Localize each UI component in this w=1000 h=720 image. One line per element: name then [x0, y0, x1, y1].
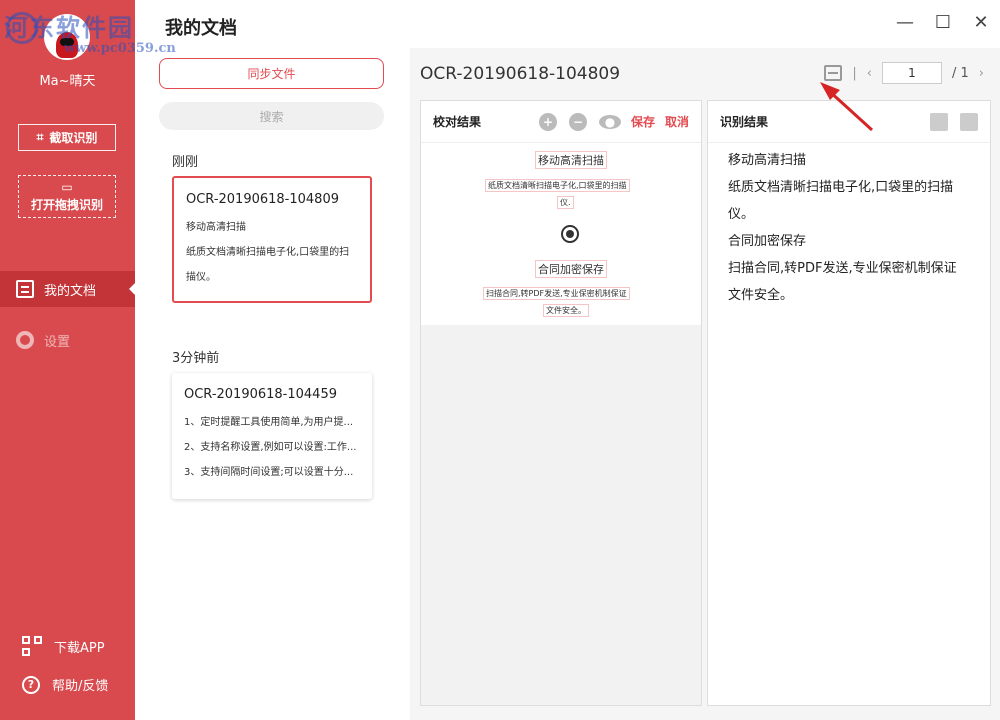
viewer-area: OCR-20190618-104809 | ‹ 1 / 1 › 校对结果 + −… [410, 48, 1000, 720]
result-line: 移动高清扫描 [728, 153, 807, 168]
open-drag-recognize-button[interactable]: ▭ 打开拖拽识别 [18, 175, 116, 218]
qr-code-icon [22, 636, 42, 656]
result-panel: 识别结果 移动高清扫描 纸质文档清晰扫描电子化,口袋里的扫描 仪。 合同加密保存… [707, 100, 991, 706]
nav-settings-label: 设置 [44, 334, 71, 350]
search-input[interactable]: 搜索 [159, 102, 384, 130]
doc-card-active[interactable]: OCR-20190618-104809 移动高清扫描 纸质文档清晰扫描电子化,口… [172, 176, 372, 303]
proof-snippet[interactable]: 扫描合同,转PDF发送,专业保密机制保证 [483, 287, 630, 300]
proofread-panel-title: 校对结果 [433, 115, 482, 129]
doc-card-line: 移动高清扫描 [186, 222, 246, 233]
cancel-button[interactable]: 取消 [665, 113, 689, 130]
sidebar: 河东软件园 www.pc0359.cn Ma~晴天 ⌗ 截取识别 ▭ 打开拖拽识… [0, 0, 176, 720]
result-line: 仪。 [728, 207, 755, 222]
proof-snippet[interactable]: 移动高清扫描 [535, 151, 607, 169]
avatar[interactable] [44, 14, 90, 60]
watermark-logo-icon [6, 12, 38, 44]
chevron-left-icon[interactable]: ‹ [867, 66, 872, 81]
help-feedback-link[interactable]: ? 帮助/反馈 [22, 675, 108, 694]
crop-recognize-label: 截取识别 [49, 131, 98, 145]
nav-settings[interactable]: 设置 [0, 322, 135, 358]
layout-toggle-icon[interactable] [824, 65, 843, 81]
zoom-in-icon[interactable]: + [538, 112, 557, 131]
save-button[interactable]: 保存 [631, 113, 655, 130]
result-line: 文件安全。 [728, 288, 794, 303]
crop-recognize-button[interactable]: ⌗ 截取识别 [18, 124, 116, 151]
proof-snippet[interactable]: 仪. [557, 196, 574, 209]
sync-files-button[interactable]: 同步文件 [159, 58, 384, 89]
username: Ma~晴天 [39, 74, 96, 89]
result-line: 扫描合同,转PDF发送,专业保密机制保证 [728, 261, 957, 276]
doc-card-line: 1、定时提醒工具使用简单,为用户提... [184, 417, 354, 428]
export-icon[interactable] [930, 112, 948, 131]
group-label-just-now: 刚刚 [172, 155, 199, 170]
doc-card-title: OCR-20190618-104809 [186, 192, 339, 207]
download-app-label: 下载APP [54, 640, 105, 656]
result-line: 纸质文档清晰扫描电子化,口袋里的扫描 [728, 180, 954, 195]
proofread-panel: 校对结果 + − ● 保存 取消 移动高清扫描 纸质文档清晰扫描电子化,口袋里的… [420, 100, 702, 706]
divider: | [852, 65, 857, 81]
maximize-icon[interactable]: ☐ [934, 12, 952, 33]
page-number-input[interactable]: 1 [882, 62, 942, 84]
doc-card[interactable]: OCR-20190618-104459 1、定时提醒工具使用简单,为用户提...… [172, 373, 372, 499]
chevron-right-icon[interactable]: › [979, 66, 984, 81]
proof-snippet[interactable]: 合同加密保存 [535, 260, 607, 278]
zoom-out-icon[interactable]: − [568, 112, 587, 131]
proof-image-area: 移动高清扫描 纸质文档清晰扫描电子化,口袋里的扫描 仪. 合同加密保存 扫描合同… [421, 143, 701, 325]
doc-card-line: 纸质文档清晰扫描电子化,口袋里的扫描仪。 [186, 247, 350, 283]
crop-icon: ⌗ [36, 130, 44, 144]
result-text[interactable]: 移动高清扫描 纸质文档清晰扫描电子化,口袋里的扫描 仪。 合同加密保存 扫描合同… [728, 143, 976, 309]
doc-card-line: 2、支持名称设置,例如可以设置:工作... [184, 442, 357, 453]
eye-icon[interactable]: ● [598, 114, 621, 129]
group-label-3-min-ago: 3分钟前 [172, 351, 220, 366]
download-app-link[interactable]: 下载APP [22, 636, 105, 656]
target-icon [561, 225, 579, 243]
proof-snippet[interactable]: 文件安全。 [543, 304, 589, 317]
annotation-arrow-icon [820, 82, 874, 132]
window-controls: — ☐ ✕ [896, 12, 990, 33]
close-icon[interactable]: ✕ [972, 12, 990, 33]
document-name: OCR-20190618-104809 [420, 64, 621, 84]
folder-icon: ▭ [61, 180, 73, 194]
minimize-icon[interactable]: — [896, 12, 914, 33]
doc-card-line: 3、支持间隔时间设置;可以设置十分... [184, 467, 354, 478]
proofread-panel-header: 校对结果 + − ● 保存 取消 [421, 101, 701, 143]
help-icon: ? [22, 675, 40, 694]
page-title: 我的文档 [165, 18, 237, 39]
open-drag-recognize-label: 打开拖拽识别 [30, 198, 103, 212]
help-feedback-label: 帮助/反馈 [52, 679, 109, 694]
result-panel-title: 识别结果 [720, 115, 769, 129]
proof-snippet[interactable]: 纸质文档清晰扫描电子化,口袋里的扫描 [485, 179, 630, 192]
nav-my-documents[interactable]: 我的文档 [0, 271, 136, 307]
nav-my-documents-label: 我的文档 [44, 283, 97, 299]
doc-card-title: OCR-20190618-104459 [184, 387, 337, 402]
proof-empty-area [421, 325, 701, 705]
avatar-face [60, 38, 74, 46]
result-line: 合同加密保存 [728, 234, 807, 249]
page-total: / 1 [952, 65, 969, 81]
gear-icon [16, 331, 34, 349]
document-icon [16, 280, 34, 298]
copy-icon[interactable] [960, 112, 978, 131]
